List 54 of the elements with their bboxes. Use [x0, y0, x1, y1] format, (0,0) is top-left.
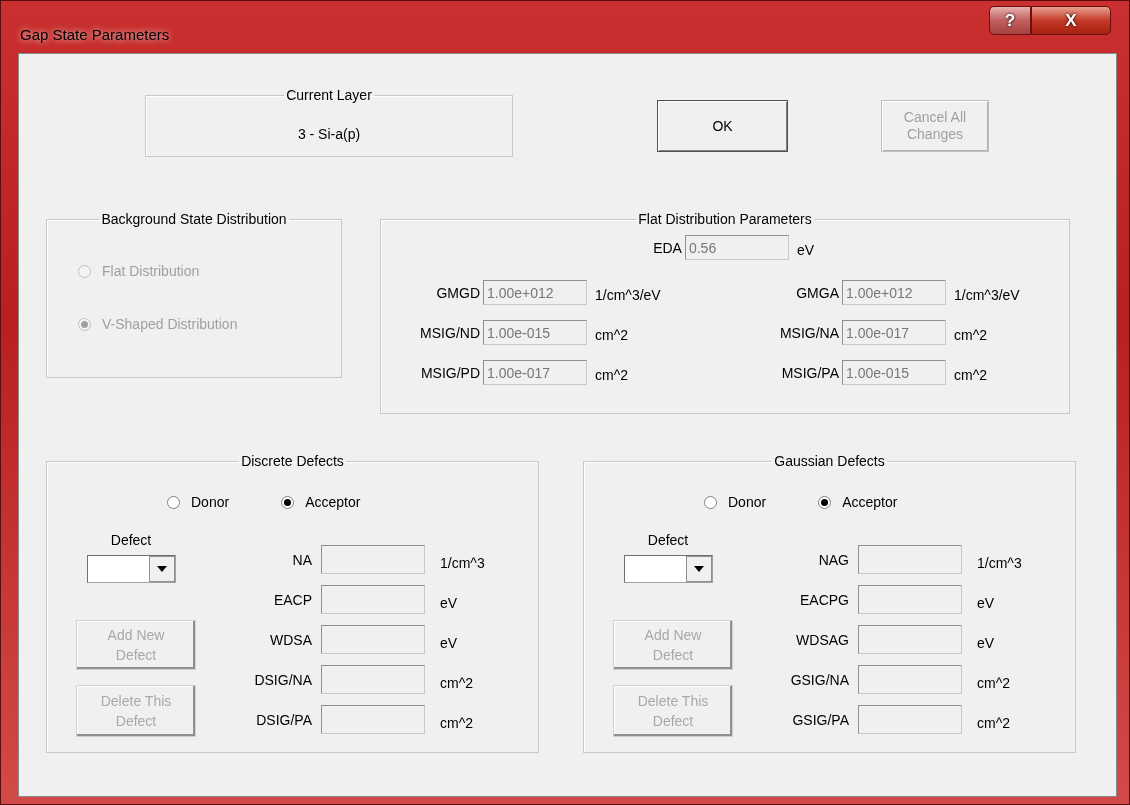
- unit-label: cm^2: [595, 366, 629, 383]
- unit-label: eV: [796, 241, 815, 258]
- parameter-label: WDSA: [269, 631, 312, 648]
- unit-label: 1/cm^3/eV: [595, 286, 661, 303]
- defect-label: Defect: [110, 532, 152, 548]
- group-title: Discrete Defects: [240, 453, 345, 469]
- radio-button[interactable]: Acceptor: [818, 494, 898, 510]
- unit-label: eV: [440, 594, 458, 611]
- unit-label: cm^2: [977, 674, 1011, 691]
- group-title: Current Layer: [285, 87, 373, 103]
- caret-icon: [156, 566, 167, 572]
- defect-dropdown[interactable]: [623, 555, 713, 583]
- radio-button[interactable]: Acceptor: [281, 494, 361, 510]
- unit-label: cm^2: [595, 326, 629, 343]
- unit-label: eV: [977, 634, 995, 651]
- group-title: Background State Distribution: [100, 211, 288, 227]
- unit-label: cm^2: [977, 714, 1011, 731]
- group-title: Flat Distribution Parameters: [637, 211, 813, 227]
- parameter-label: DSIG/PA: [255, 711, 312, 728]
- help-button[interactable]: ?: [989, 6, 1031, 35]
- unit-label: cm^2: [440, 714, 474, 731]
- parameter-label: NA: [291, 551, 312, 568]
- unit-label: cm^2: [440, 674, 474, 691]
- unit-label: 1/cm^3: [440, 554, 485, 571]
- unit-label: eV: [440, 634, 458, 651]
- parameter-label: WDSAG: [795, 631, 849, 648]
- parameter-label: MSIG/ND: [419, 324, 480, 341]
- parameter-label: EACP: [272, 591, 312, 608]
- radio-button[interactable]: Donor: [704, 494, 767, 510]
- current-layer-value: 3 - Si-a(p): [296, 126, 362, 142]
- ok-button[interactable]: OK: [657, 100, 788, 152]
- defect-dropdown[interactable]: [86, 555, 176, 583]
- parameter-label: GSIG/NA: [789, 671, 849, 688]
- unit-label: cm^2: [954, 366, 988, 383]
- parameter-label: NAG: [817, 551, 849, 568]
- parameter-label: MSIG/PD: [419, 364, 480, 381]
- caret-icon: [693, 566, 704, 572]
- parameter-label: GSIG/PA: [791, 711, 849, 728]
- unit-label: 1/cm^3: [977, 554, 1022, 571]
- unit-label: 1/cm^3/eV: [954, 286, 1020, 303]
- parameter-label: GMGD: [435, 284, 480, 301]
- window-title: Gap State Parameters: [20, 26, 170, 43]
- unit-label: eV: [977, 594, 995, 611]
- unit-label: cm^2: [954, 326, 988, 343]
- group-title: Gaussian Defects: [773, 453, 886, 469]
- parameter-label: MSIG/PA: [780, 364, 839, 381]
- close-button[interactable]: X: [1031, 6, 1111, 35]
- parameter-label: EACPG: [799, 591, 849, 608]
- defect-label: Defect: [647, 532, 689, 548]
- radio-button[interactable]: Donor: [167, 494, 230, 510]
- parameter-label: DSIG/NA: [253, 671, 312, 688]
- parameter-label: GMGA: [795, 284, 839, 301]
- parameter-label: MSIG/NA: [778, 324, 839, 341]
- parameter-label: EDA: [652, 239, 682, 256]
